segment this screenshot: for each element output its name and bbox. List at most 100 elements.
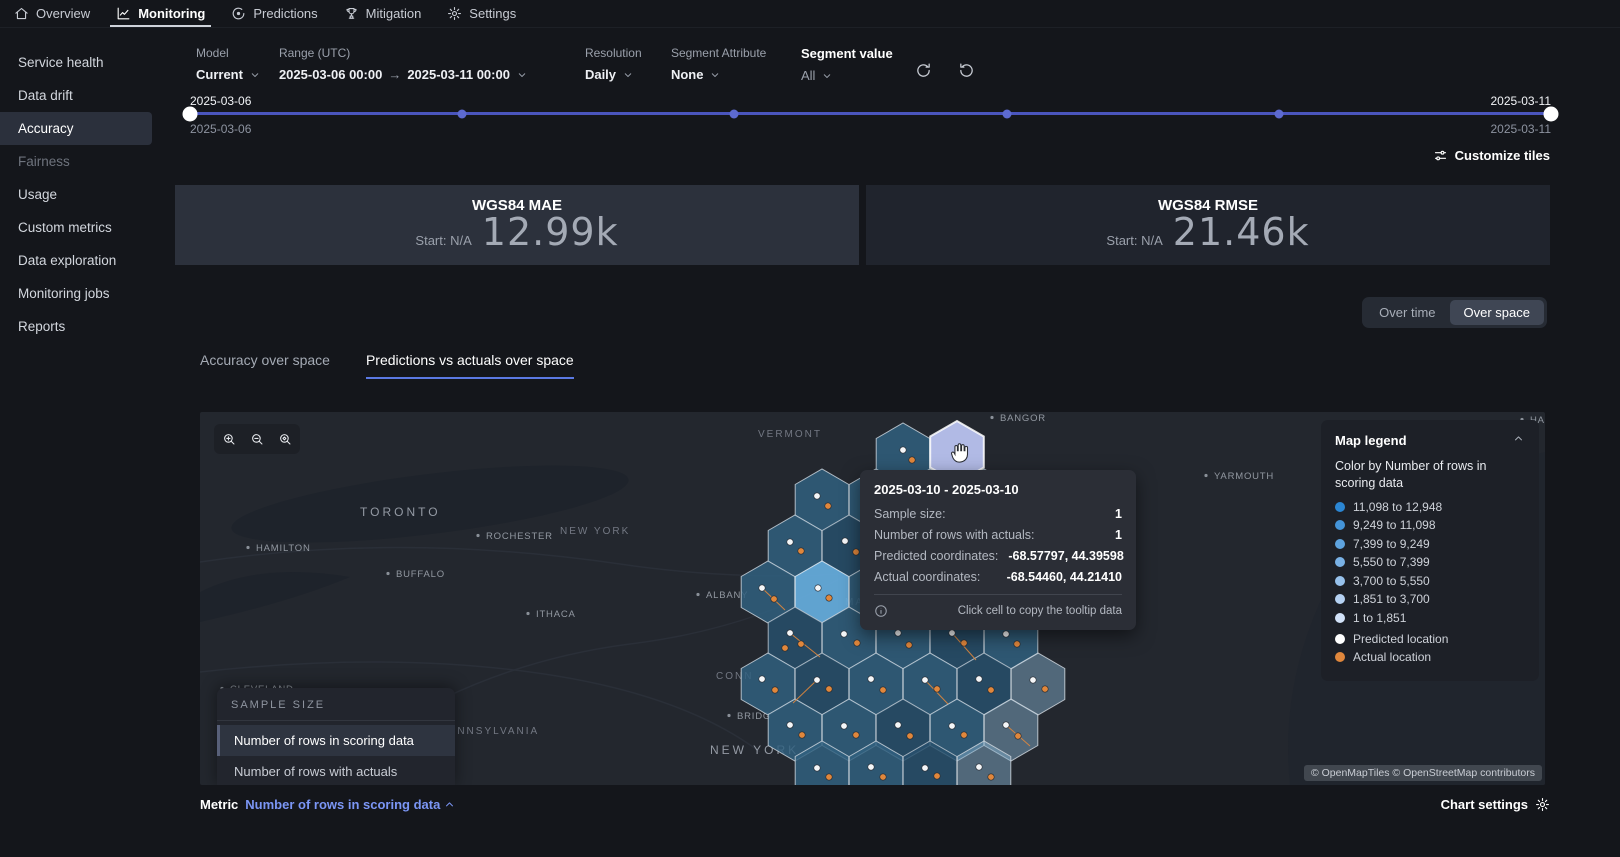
actual-location-dot: [799, 732, 805, 738]
timeline-start-date-secondary: 2025-03-06: [190, 122, 251, 136]
actual-location-dot: [1015, 733, 1021, 739]
nav-item-mitigation[interactable]: Mitigation: [344, 0, 422, 27]
tooltip-row: Sample size:1: [874, 507, 1122, 521]
reset-button[interactable]: [954, 58, 979, 86]
refresh-icon: [915, 62, 932, 79]
map-legend: Map legend Color by Number of rows in sc…: [1321, 420, 1539, 681]
zoom-fit-icon: [278, 432, 292, 446]
metric-tile-wgs84-mae[interactable]: WGS84 MAEStart: N/A12.99k: [175, 185, 859, 265]
zoom-fit-button[interactable]: [273, 427, 297, 451]
map-place-label: VERMONT: [758, 429, 822, 440]
map-place-label: ROCHESTER: [486, 531, 553, 542]
legend-color-dot: [1335, 634, 1345, 644]
metric-tile-value: 12.99k: [482, 211, 619, 255]
legend-color-dot: [1335, 557, 1345, 567]
metric-selector-value: Number of rows in scoring data: [245, 797, 440, 812]
metric-tile-wgs84-rmse[interactable]: WGS84 RMSEStart: N/A21.46k: [866, 185, 1550, 265]
sidebar-item-accuracy[interactable]: Accuracy: [0, 112, 152, 145]
gear-icon: [447, 6, 462, 21]
metric-selector-link[interactable]: Number of rows in scoring data: [245, 797, 456, 812]
timeline-range-handle[interactable]: [1544, 106, 1559, 121]
range-select[interactable]: Range (UTC) 2025-03-06 00:00 → 2025-03-1…: [279, 46, 567, 82]
tooltip-footer-text: Click cell to copy the tooltip data: [958, 605, 1122, 617]
metric-option-number-of-rows-with-actuals[interactable]: Number of rows with actuals: [217, 756, 455, 785]
predicted-location-dot: [976, 764, 982, 770]
map-place-label: NEW YORK: [560, 526, 630, 537]
sidebar-item-fairness[interactable]: Fairness: [0, 145, 152, 178]
predicted-location-dot: [787, 722, 793, 728]
legend-item: 11,098 to 12,948: [1335, 500, 1525, 514]
nav-item-overview[interactable]: Overview: [14, 0, 90, 27]
predictions-icon: [231, 6, 246, 21]
actual-location-dot: [1014, 641, 1020, 647]
customize-tiles-button[interactable]: Customize tiles: [1433, 148, 1550, 163]
refresh-button[interactable]: [911, 58, 936, 86]
sidebar-item-label: Data drift: [18, 88, 73, 103]
map-place-label: TORONTO: [360, 505, 441, 519]
resolution-select[interactable]: Resolution Daily: [585, 46, 653, 82]
predicted-location-dot: [949, 630, 955, 636]
timeline-track[interactable]: [190, 112, 1551, 115]
legend-item: 1 to 1,851: [1335, 611, 1525, 625]
tooltip-row: Number of rows with actuals:1: [874, 528, 1122, 542]
actual-location-dot: [782, 645, 788, 651]
toggle-over-time[interactable]: Over time: [1365, 300, 1449, 325]
legend-color-dot: [1335, 613, 1345, 623]
metric-option-number-of-rows-in-scoring-data[interactable]: Number of rows in scoring data: [217, 725, 455, 756]
nav-item-monitoring[interactable]: Monitoring: [116, 0, 205, 27]
segment-value-select[interactable]: Segment value All: [801, 46, 893, 83]
timeline-tick[interactable]: [730, 109, 739, 118]
zoom-out-button[interactable]: [245, 427, 269, 451]
tab-predictions-vs-actuals-over-space[interactable]: Predictions vs actuals over space: [366, 352, 574, 379]
sidebar-item-data-exploration[interactable]: Data exploration: [0, 244, 152, 277]
chevron-down-icon: [249, 69, 261, 81]
tooltip-row-label: Actual coordinates:: [874, 570, 980, 584]
map-place-label: HAMILTON: [256, 543, 311, 554]
sidebar-item-data-drift[interactable]: Data drift: [0, 79, 152, 112]
legend-item-label: 1 to 1,851: [1353, 611, 1406, 625]
tab-accuracy-over-space[interactable]: Accuracy over space: [200, 352, 330, 379]
legend-color-dot: [1335, 594, 1345, 604]
legend-item: 7,399 to 9,249: [1335, 537, 1525, 551]
sidebar-item-service-health[interactable]: Service health: [0, 46, 152, 79]
predicted-location-dot: [868, 764, 874, 770]
legend-color-dot: [1335, 652, 1345, 662]
tooltip-row-value: 1: [1115, 507, 1122, 521]
actual-location-dot: [907, 733, 913, 739]
timeline-range-handle[interactable]: [183, 106, 198, 121]
timeline-tick[interactable]: [1274, 109, 1283, 118]
sidebar-item-label: Accuracy: [18, 121, 74, 136]
gear-icon: [1535, 797, 1550, 812]
sidebar-item-usage[interactable]: Usage: [0, 178, 152, 211]
predicted-location-dot: [1003, 631, 1009, 637]
metric-dropdown: SAMPLE SIZE Number of rows in scoring da…: [217, 688, 455, 785]
legend-collapse-button[interactable]: [1512, 432, 1525, 448]
timeline-slider: 2025-03-06 2025-03-11 2025-03-06 2025-03…: [190, 94, 1551, 138]
map-tooltip: 2025-03-10 - 2025-03-10 Sample size:1Num…: [860, 470, 1136, 630]
metric-tile-start: Start: N/A: [415, 233, 471, 248]
sidebar-item-reports[interactable]: Reports: [0, 310, 152, 343]
timeline-tick[interactable]: [1002, 109, 1011, 118]
model-select[interactable]: Model Current: [196, 46, 261, 82]
nav-item-predictions[interactable]: Predictions: [231, 0, 317, 27]
legend-point-item: Actual location: [1335, 650, 1525, 664]
chart-icon: [116, 6, 131, 21]
predicted-location-dot: [900, 447, 906, 453]
top-navigation: Overview Monitoring Predictions Mitigation S…: [0, 0, 1620, 28]
chart-settings-button[interactable]: Chart settings: [1441, 797, 1550, 812]
toggle-over-space[interactable]: Over space: [1450, 300, 1544, 325]
predicted-location-dot: [976, 676, 982, 682]
nav-item-label: Settings: [469, 6, 516, 21]
sidebar-item-custom-metrics[interactable]: Custom metrics: [0, 211, 152, 244]
nav-item-settings[interactable]: Settings: [447, 0, 516, 27]
segment-attribute-label: Segment Attribute: [671, 46, 783, 60]
chart-settings-label: Chart settings: [1441, 797, 1528, 812]
metric-tile-start: Start: N/A: [1106, 233, 1162, 248]
actual-location-dot: [772, 687, 778, 693]
model-value: Current: [196, 67, 243, 82]
timeline-tick[interactable]: [458, 109, 467, 118]
sidebar-item-monitoring-jobs[interactable]: Monitoring jobs: [0, 277, 152, 310]
segment-attribute-select[interactable]: Segment Attribute None: [671, 46, 783, 82]
zoom-in-button[interactable]: [217, 427, 241, 451]
predicted-location-dot: [814, 765, 820, 771]
